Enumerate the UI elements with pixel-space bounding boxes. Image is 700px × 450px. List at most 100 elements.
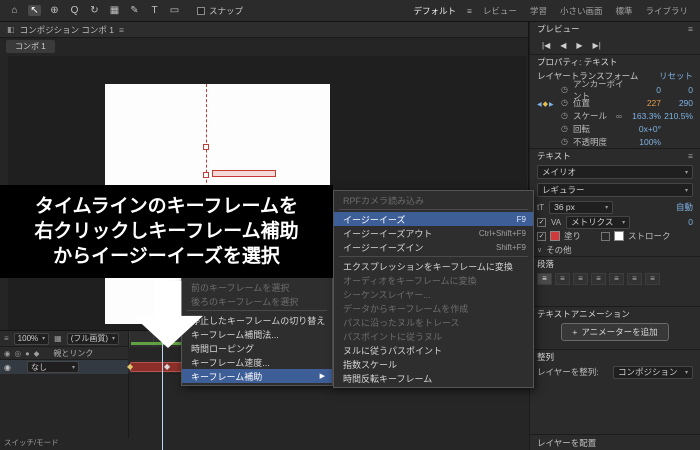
magnification-select[interactable]: 100% bbox=[13, 332, 50, 345]
stopwatch-icon[interactable] bbox=[561, 85, 573, 94]
workspace-tab-small-screen[interactable]: 小さい画面 bbox=[554, 2, 609, 20]
workspace-tab-libraries[interactable]: ライブラリ bbox=[639, 2, 694, 20]
add-animator-button[interactable]: アニメーターを追加 bbox=[561, 323, 669, 341]
layer-visibility-icon[interactable] bbox=[4, 363, 11, 372]
resolution-select[interactable]: (フル画質) bbox=[66, 332, 120, 345]
justify-last-left-button[interactable] bbox=[591, 272, 606, 285]
properties-sidebar: プレビュー |◀ ◀ ▶ ▶| プロパティ: テキスト レイヤートランスフォーム… bbox=[530, 22, 700, 450]
stopwatch-icon[interactable] bbox=[561, 124, 573, 133]
stopwatch-icon[interactable] bbox=[561, 98, 573, 107]
more-options-expander[interactable]: その他 bbox=[530, 243, 700, 256]
last-frame-button[interactable]: ▶| bbox=[593, 41, 601, 50]
scale-y-value[interactable]: 210.5% bbox=[661, 111, 693, 121]
kerning-checkbox[interactable] bbox=[537, 217, 546, 227]
anchor-x-value[interactable]: 0 bbox=[625, 85, 661, 95]
workspace-tab-standard[interactable]: 標準 bbox=[609, 2, 638, 20]
property-row-scale: スケール 163.3% 210.5% bbox=[530, 109, 700, 122]
zoom-tool-icon[interactable]: Q bbox=[68, 5, 81, 16]
menu-item-exponential-scale[interactable]: 指数スケール bbox=[334, 357, 533, 371]
type-tool-icon[interactable]: T bbox=[148, 5, 161, 16]
camera-tool-icon[interactable]: ▦ bbox=[108, 5, 121, 16]
menu-item-toggle-hold-keyframe[interactable]: 停止したキーフレームの切り替え bbox=[182, 313, 332, 327]
stopwatch-icon[interactable] bbox=[561, 111, 573, 120]
menu-item-keyframe-interpolation[interactable]: キーフレーム補間法... bbox=[182, 327, 332, 341]
link-dimensions-icon[interactable] bbox=[613, 111, 625, 121]
leading-auto-value[interactable]: 自動 bbox=[676, 201, 693, 213]
align-left-button[interactable] bbox=[537, 272, 552, 285]
previous-keyframe-icon[interactable] bbox=[537, 98, 542, 108]
next-keyframe-icon[interactable] bbox=[549, 98, 554, 108]
opacity-value[interactable]: 100% bbox=[625, 137, 661, 147]
menu-item-keyframe-velocity[interactable]: キーフレーム速度... bbox=[182, 355, 332, 369]
panel-menu-icon[interactable] bbox=[119, 25, 124, 35]
hand-tool-icon[interactable]: ⊕ bbox=[48, 5, 61, 16]
menu-item-time-reverse-keyframes[interactable]: 時間反転キーフレーム bbox=[334, 371, 533, 385]
stroke-color-swatch[interactable] bbox=[614, 231, 625, 241]
workspace-menu-icon[interactable] bbox=[463, 6, 476, 16]
workspace-tab-learn[interactable]: 学習 bbox=[524, 2, 553, 20]
menu-item-keyframe-assistant[interactable]: キーフレーム補助 bbox=[182, 369, 332, 383]
position-x-value[interactable]: 227 bbox=[625, 98, 661, 108]
menu-item-points-follow-nulls[interactable]: ヌルに従うパスポイント bbox=[334, 343, 533, 357]
justify-last-right-button[interactable] bbox=[627, 272, 642, 285]
composition-tab-title[interactable]: コンポジション コンポ 1 bbox=[20, 24, 114, 36]
chevron-expand-icon bbox=[537, 246, 542, 254]
snap-checkbox[interactable] bbox=[197, 6, 205, 15]
menu-item-easy-ease-out[interactable]: イージーイーズアウト Ctrl+Shift+F9 bbox=[334, 226, 533, 240]
composition-subtab[interactable]: コンポ 1 bbox=[6, 39, 55, 53]
menu-item-label: 指数スケール bbox=[343, 359, 398, 370]
anchor-y-value[interactable]: 0 bbox=[661, 85, 693, 95]
justify-last-center-button[interactable] bbox=[609, 272, 624, 285]
menu-item-easy-ease-in[interactable]: イージーイーズイン Shift+F9 bbox=[334, 240, 533, 254]
keyframe-diamond[interactable] bbox=[164, 362, 170, 372]
home-icon[interactable]: ⌂ bbox=[8, 5, 21, 16]
workspace-tab-default[interactable]: デフォルト bbox=[407, 2, 462, 20]
menu-item-convert-expression-to-keyframes[interactable]: エクスプレッションをキーフレームに変換 bbox=[334, 259, 533, 273]
parent-link-select[interactable]: なし bbox=[26, 361, 79, 373]
rotate-tool-icon[interactable]: ↻ bbox=[88, 5, 101, 16]
stroke-checkbox[interactable] bbox=[601, 231, 611, 241]
menu-item-rove-across-time[interactable]: 時間ローピング bbox=[182, 341, 332, 355]
timeline-menu-icon[interactable] bbox=[4, 334, 9, 343]
preview-menu-icon[interactable] bbox=[688, 24, 693, 34]
resolution-value: (フル画質) bbox=[70, 334, 109, 343]
keyframe-diamond-icon[interactable] bbox=[543, 98, 548, 108]
grid-options-icon[interactable] bbox=[54, 334, 62, 343]
menu-item-label: ヌルに従うパスポイント bbox=[343, 345, 443, 356]
timeline-layer-row[interactable]: なし bbox=[0, 360, 128, 374]
text-section-menu-icon[interactable] bbox=[688, 151, 693, 161]
position-y-value[interactable]: 290 bbox=[661, 98, 693, 108]
fill-color-swatch[interactable] bbox=[550, 231, 560, 241]
shape-tool-icon[interactable]: ▭ bbox=[168, 5, 181, 16]
snap-toggle[interactable]: スナップ bbox=[197, 5, 243, 17]
scale-x-value[interactable]: 163.3% bbox=[625, 111, 661, 121]
justify-all-button[interactable] bbox=[645, 272, 660, 285]
current-time-indicator[interactable] bbox=[157, 331, 168, 450]
selection-tool-icon[interactable]: ↖ bbox=[28, 5, 41, 16]
fill-checkbox[interactable] bbox=[537, 231, 546, 241]
reset-link[interactable]: リセット bbox=[659, 70, 693, 82]
font-style-select[interactable]: レギュラー bbox=[537, 183, 693, 197]
keyframe-diamond[interactable] bbox=[127, 362, 133, 372]
tracking-value[interactable]: 0 bbox=[688, 217, 693, 227]
rotation-value[interactable]: 0x+0° bbox=[625, 124, 661, 134]
previous-frame-button[interactable]: ◀ bbox=[560, 41, 566, 50]
first-frame-button[interactable]: |◀ bbox=[542, 41, 550, 50]
pen-tool-icon[interactable]: ✎ bbox=[128, 5, 141, 16]
workspace-tab-review[interactable]: レビュー bbox=[477, 2, 523, 20]
play-button[interactable]: ▶ bbox=[576, 41, 582, 50]
align-right-button[interactable] bbox=[573, 272, 588, 285]
property-row-anchor-point: アンカーポイント 0 0 bbox=[530, 79, 700, 101]
stopwatch-icon[interactable] bbox=[561, 137, 573, 146]
motion-path-keyframe[interactable] bbox=[203, 172, 209, 178]
property-label: スケール bbox=[573, 110, 608, 121]
font-family-select[interactable]: メイリオ bbox=[537, 165, 693, 179]
align-section-header: 整列 bbox=[530, 350, 700, 364]
kerning-select[interactable]: メトリクス bbox=[566, 215, 631, 229]
switches-modes-toggle[interactable]: スイッチ/モード bbox=[4, 437, 59, 448]
motion-path-keyframe[interactable] bbox=[203, 144, 209, 150]
font-size-select[interactable]: 36 px bbox=[549, 200, 614, 214]
align-target-select[interactable]: コンポジション bbox=[613, 365, 693, 379]
align-center-button[interactable] bbox=[555, 272, 570, 285]
menu-item-easy-ease[interactable]: イージーイーズ F9 bbox=[334, 212, 533, 226]
